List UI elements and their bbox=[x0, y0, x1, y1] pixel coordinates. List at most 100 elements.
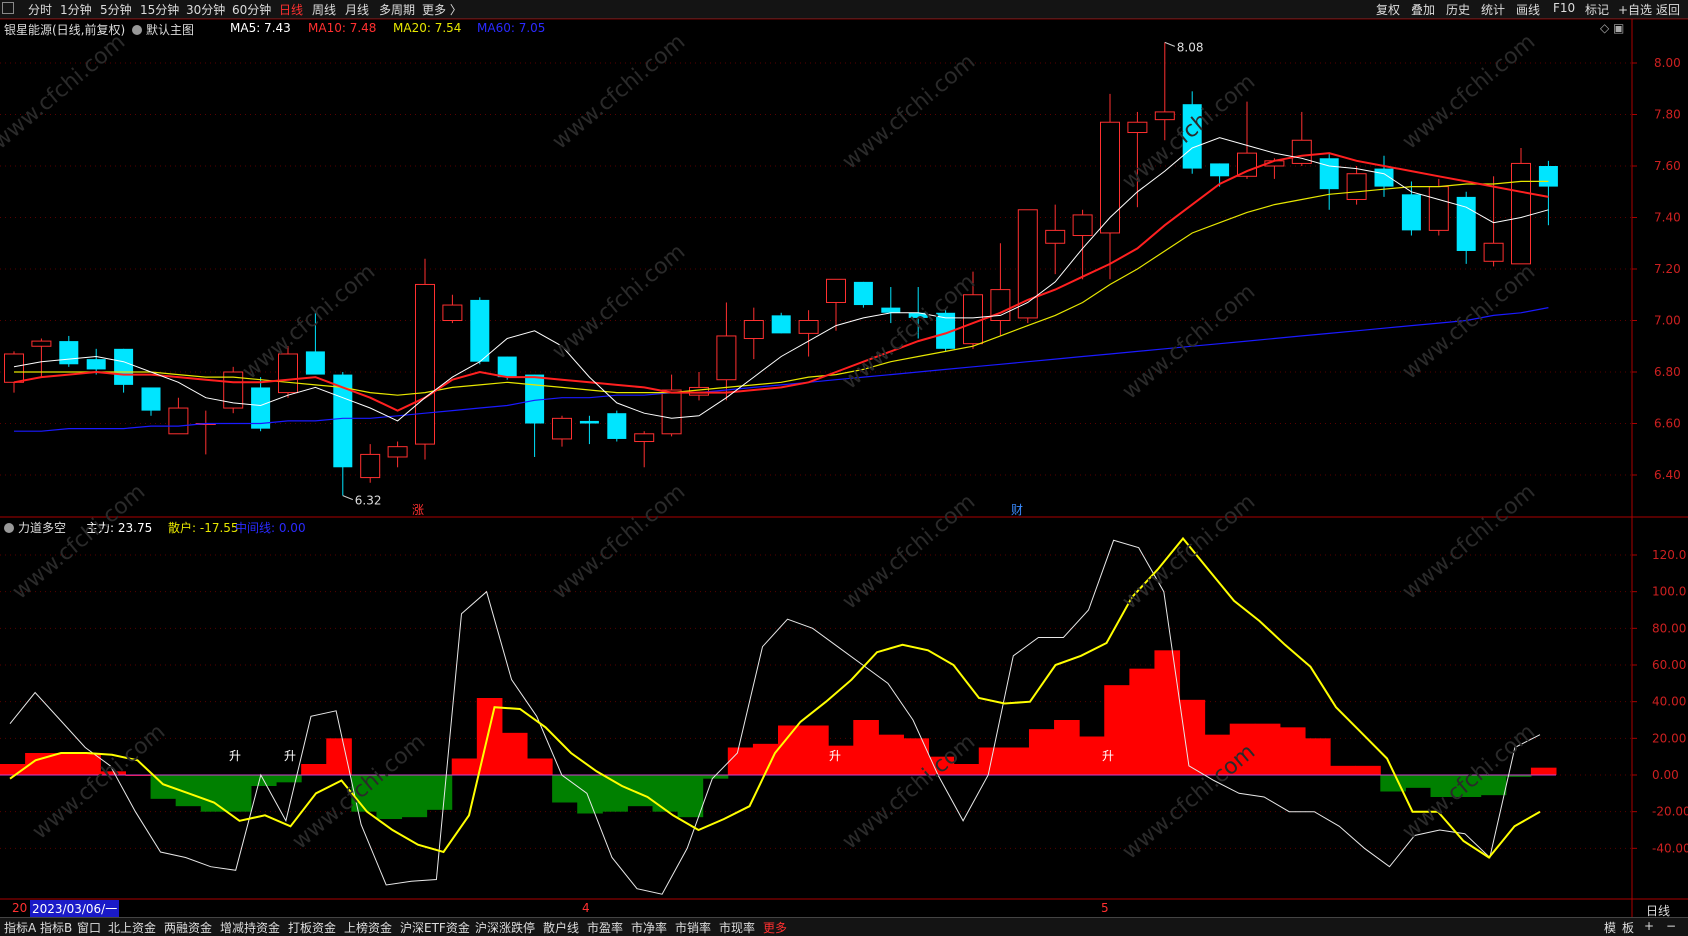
low-marker-line bbox=[342, 495, 353, 501]
price-tick-label: 6.80 bbox=[1654, 365, 1681, 379]
bottom-tab-bar: 指标A 指标B 窗口 北上资金 两融资金 增减持资金 打板资金 上榜资金 沪深E… bbox=[0, 917, 1688, 936]
sub-tick-label: -20.00 bbox=[1652, 805, 1688, 819]
watermark-text: www.cfchi.com bbox=[548, 239, 690, 364]
high-marker-line bbox=[1164, 41, 1175, 47]
candle-body-up bbox=[1100, 121, 1120, 234]
candle-body-down bbox=[1401, 194, 1421, 231]
month-label-may: 5 bbox=[1101, 901, 1109, 915]
force-bar bbox=[727, 747, 754, 775]
candle-body-down bbox=[305, 351, 325, 375]
tab-holding-change[interactable]: 增减持资金 bbox=[220, 919, 280, 936]
price-tick-label: 6.60 bbox=[1654, 417, 1681, 431]
tab-pe[interactable]: 市盈率 bbox=[587, 919, 623, 936]
candle-body-down bbox=[579, 420, 599, 424]
candle-body-up bbox=[1154, 111, 1175, 121]
low-marker-label: 6.32 bbox=[355, 494, 382, 508]
chart-canvas[interactable]: 8.00 7.80 7.60 7.40 7.20 7.00 6.80 6.60 6.40 8.08… bbox=[0, 0, 1688, 935]
candle-body-up bbox=[661, 389, 682, 435]
cursor-date: 2023/03/06/一 bbox=[30, 900, 120, 917]
watermark-text: www.cfchi.com bbox=[0, 29, 130, 154]
force-bar bbox=[577, 775, 603, 814]
candle-body-up bbox=[415, 283, 435, 445]
force-bar bbox=[677, 775, 704, 818]
force-bar bbox=[276, 775, 302, 783]
candle-body-down bbox=[470, 299, 490, 362]
candle-body-down bbox=[881, 307, 901, 313]
tab-northbound[interactable]: 北上资金 bbox=[108, 919, 156, 936]
sub-tick-label: -40.00 bbox=[1652, 841, 1688, 855]
rise-signal-label: 升 bbox=[229, 749, 241, 763]
template-button[interactable]: 模 bbox=[1604, 919, 1616, 936]
tab-margin[interactable]: 两融资金 bbox=[164, 919, 212, 936]
price-tick-label: 7.00 bbox=[1654, 314, 1681, 328]
force-bar bbox=[1254, 723, 1281, 775]
force-bar bbox=[602, 775, 628, 812]
candle-body-up bbox=[1072, 214, 1093, 237]
tab-pb[interactable]: 市净率 bbox=[631, 919, 667, 936]
force-bar bbox=[1154, 650, 1181, 775]
tab-limit-board[interactable]: 打板资金 bbox=[288, 919, 336, 936]
event-marker-zhang: 涨 bbox=[412, 502, 424, 517]
sub-tick-label: 40.00 bbox=[1652, 695, 1686, 709]
tab-limit-up-down[interactable]: 沪深涨跌停 bbox=[475, 919, 535, 936]
rise-signal-label: 升 bbox=[1102, 749, 1114, 763]
tab-retail-line[interactable]: 散户线 bbox=[543, 919, 579, 936]
sub-tick-label: 80.00 bbox=[1652, 621, 1686, 635]
force-bar bbox=[1305, 738, 1331, 775]
force-bar bbox=[401, 775, 428, 818]
price-tick-label: 7.80 bbox=[1654, 108, 1681, 122]
candle-body-down bbox=[141, 387, 161, 411]
sub-tick-label: 100.0 bbox=[1652, 585, 1686, 599]
tab-etf-flow[interactable]: 沪深ETF资金 bbox=[400, 919, 470, 936]
candle-body-up bbox=[1017, 209, 1038, 319]
price-tick-label: 7.40 bbox=[1654, 211, 1681, 225]
candle-body-up bbox=[826, 278, 846, 303]
force-bar bbox=[451, 758, 478, 775]
force-bar bbox=[552, 775, 578, 803]
force-bar bbox=[527, 758, 553, 775]
rise-signal-label: 升 bbox=[829, 749, 841, 763]
candle-body-up bbox=[1428, 186, 1449, 231]
force-bar bbox=[1279, 727, 1306, 775]
force-bar bbox=[1405, 775, 1432, 788]
watermark-text: www.cfchi.com bbox=[838, 489, 980, 614]
price-tick-label: 6.40 bbox=[1654, 468, 1681, 482]
date-year-prefix: 20 bbox=[12, 901, 28, 915]
tab-more[interactable]: 更多 bbox=[763, 919, 787, 936]
tab-pcf[interactable]: 市现率 bbox=[719, 919, 755, 936]
candle-body-up bbox=[634, 433, 655, 443]
candle-body-up bbox=[387, 446, 408, 458]
tab-window[interactable]: 窗口 bbox=[77, 919, 101, 936]
force-bar bbox=[652, 775, 679, 812]
force-bar bbox=[1054, 720, 1080, 775]
zoom-out-button[interactable]: − bbox=[1666, 919, 1676, 933]
force-bar bbox=[200, 775, 227, 812]
candle-body-up bbox=[1127, 121, 1148, 134]
tab-dragon-list[interactable]: 上榜资金 bbox=[344, 919, 392, 936]
watermark-text: www.cfchi.com bbox=[1398, 259, 1540, 384]
force-bar bbox=[50, 753, 76, 775]
candle-body-down bbox=[853, 281, 873, 306]
candle-body-up bbox=[963, 294, 983, 345]
high-marker-label: 8.08 bbox=[1177, 40, 1204, 54]
tab-indicator-b[interactable]: 指标B bbox=[40, 919, 72, 936]
candle-body-down bbox=[771, 315, 791, 334]
candle-body-down bbox=[1538, 166, 1558, 187]
force-bar bbox=[426, 775, 453, 810]
tab-indicator-a[interactable]: 指标A bbox=[4, 919, 36, 936]
sub-tick-label: 20.00 bbox=[1652, 731, 1686, 745]
candle-body-up bbox=[168, 407, 189, 435]
watermark-text: www.cfchi.com bbox=[548, 479, 690, 604]
zoom-in-button[interactable]: + bbox=[1644, 919, 1654, 933]
candle-body-down bbox=[525, 374, 545, 424]
candle-body-up bbox=[716, 335, 737, 381]
sub-tick-label: 0.00 bbox=[1652, 768, 1679, 782]
candle-body-down bbox=[1319, 158, 1339, 190]
tab-ps[interactable]: 市销率 bbox=[675, 919, 711, 936]
force-bar bbox=[1028, 729, 1055, 775]
force-bar bbox=[501, 732, 528, 775]
board-button[interactable]: 板 bbox=[1622, 919, 1634, 936]
date-axis: 20 2023/03/06/一 4 5 bbox=[0, 900, 1640, 917]
watermark-text: www.cfchi.com bbox=[8, 479, 150, 604]
watermark-text: www.cfchi.com bbox=[838, 49, 980, 174]
